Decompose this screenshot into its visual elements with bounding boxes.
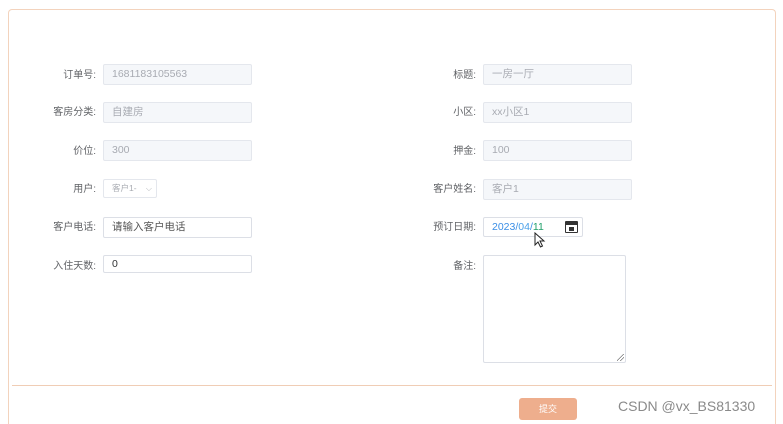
booking-date-input[interactable]: 2023/04/11 [483, 217, 583, 237]
title-field[interactable]: 一房一厅 [483, 64, 632, 85]
room-category-field[interactable]: 自建房 [103, 102, 252, 123]
customer-name-field[interactable]: 客户1 [483, 179, 632, 200]
user-label: 用户: [73, 184, 96, 195]
submit-button[interactable]: 提交 [519, 398, 577, 420]
resize-grip-icon[interactable] [617, 354, 624, 361]
customer-phone-input[interactable]: 请输入客户电话 [103, 217, 252, 238]
remark-label: 备注: [453, 261, 476, 272]
chevron-down-icon: ⌵ [145, 184, 152, 193]
community-field[interactable]: xx小区1 [483, 102, 632, 123]
date-year: 2023 [492, 221, 516, 233]
stay-days-label: 入住天数: [53, 261, 96, 272]
footer-divider [12, 385, 772, 386]
customer-name-label: 客户姓名: [433, 184, 476, 195]
price-label: 价位: [73, 146, 96, 157]
stay-days-input[interactable]: 0 [103, 255, 252, 273]
price-field[interactable]: 300 [103, 140, 252, 161]
remark-textarea[interactable] [483, 255, 626, 363]
watermark: CSDN @vx_BS81330 [618, 398, 756, 414]
title-label: 标题: [453, 70, 476, 81]
user-select-value: 客户1- [112, 183, 137, 193]
booking-date-label: 预订日期: [433, 222, 476, 233]
room-category-label: 客房分类: [53, 107, 96, 118]
user-select[interactable]: 客户1- ⌵ [103, 179, 157, 198]
deposit-label: 押金: [453, 146, 476, 157]
community-label: 小区: [453, 107, 476, 118]
customer-phone-label: 客户电话: [53, 222, 96, 233]
order-no-field[interactable]: 1681183105563 [103, 64, 252, 85]
calendar-icon[interactable] [565, 221, 578, 233]
deposit-field[interactable]: 100 [483, 140, 632, 161]
order-no-label: 订单号: [63, 70, 96, 81]
date-month: 04 [518, 221, 530, 233]
